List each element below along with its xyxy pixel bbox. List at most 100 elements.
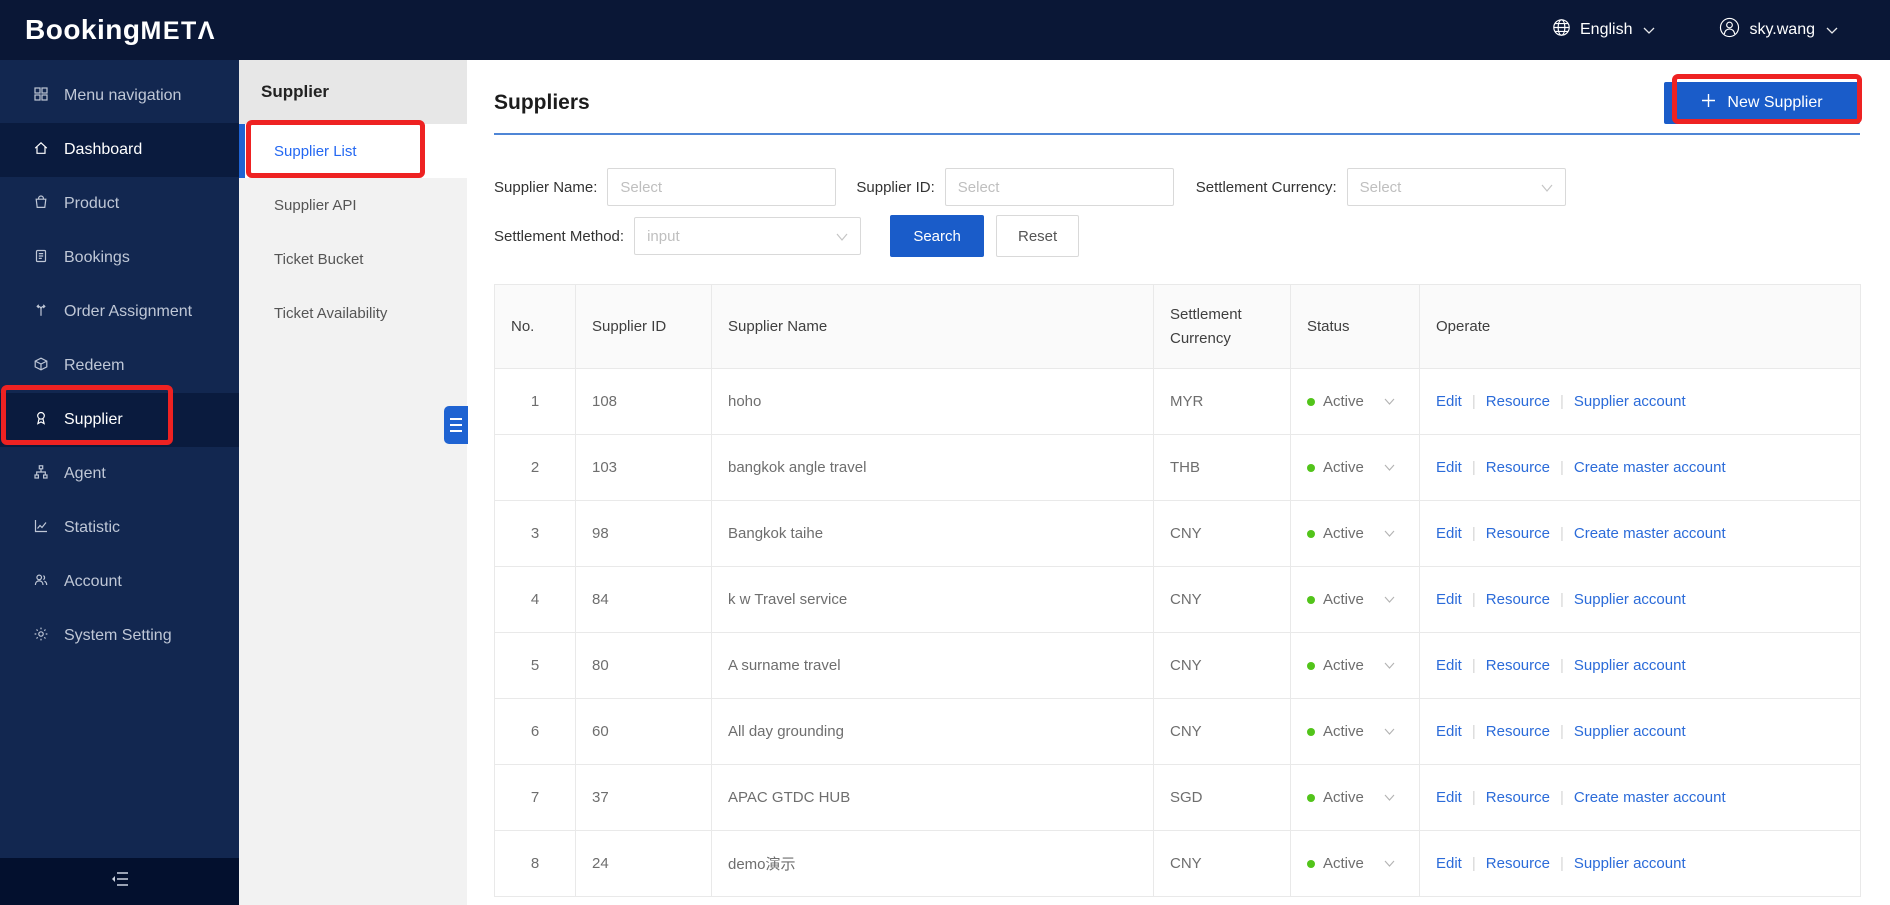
resource-link[interactable]: Resource (1486, 789, 1550, 806)
resource-link[interactable]: Resource (1486, 525, 1550, 542)
status-dot (1307, 463, 1315, 472)
settlement-method-value: input (647, 227, 680, 245)
resource-link[interactable]: Resource (1486, 855, 1550, 872)
settlement-method-select[interactable]: input (634, 217, 862, 255)
supplier-id-input[interactable] (944, 168, 1174, 206)
app-window: BookingMETΛ English sky.wang Menu naviga… (0, 0, 1890, 905)
submenu-item-supplier-api[interactable]: Supplier API (239, 178, 467, 232)
submenu-item-ticket-bucket[interactable]: Ticket Bucket (239, 232, 467, 286)
link-separator: | (1559, 789, 1564, 806)
line-chart-icon (33, 518, 49, 539)
sidebar-item-system-setting[interactable]: System Setting (0, 609, 239, 663)
account-action-link[interactable]: Supplier account (1574, 591, 1686, 608)
account-action-link[interactable]: Supplier account (1574, 657, 1686, 674)
column-header-operate: Operate (1419, 284, 1861, 369)
account-action-link[interactable]: Create master account (1574, 525, 1726, 542)
new-supplier-button[interactable]: New Supplier (1664, 81, 1860, 124)
table-header-row: No. Supplier ID Supplier Name Settlement… (494, 284, 1861, 369)
sidebar-item-statistic[interactable]: Statistic (0, 501, 239, 555)
submenu-item-ticket-availability[interactable]: Ticket Availability (239, 286, 467, 340)
topbar-right: English sky.wang (1552, 17, 1838, 43)
cell-settlement-currency: CNY (1153, 566, 1291, 633)
account-action-link[interactable]: Supplier account (1574, 393, 1686, 410)
cell-operate: Edit | Resource | Supplier account (1419, 830, 1861, 897)
account-action-link[interactable]: Create master account (1574, 459, 1726, 476)
chevron-down-icon[interactable] (1384, 398, 1395, 405)
account-action-link[interactable]: Supplier account (1574, 855, 1686, 872)
link-separator: | (1471, 723, 1476, 740)
cell-operate: Edit | Resource | Supplier account (1419, 566, 1861, 633)
settlement-currency-label: Settlement Currency: (1195, 178, 1337, 196)
cell-settlement-currency: SGD (1153, 764, 1291, 831)
sidebar-collapse-button[interactable] (0, 858, 239, 905)
resource-link[interactable]: Resource (1486, 459, 1550, 476)
edit-link[interactable]: Edit (1436, 855, 1462, 872)
resource-link[interactable]: Resource (1486, 657, 1550, 674)
cell-settlement-currency: THB (1153, 434, 1291, 501)
box-icon (33, 356, 49, 377)
cell-status: Active (1290, 830, 1420, 897)
settlement-currency-select[interactable]: Select (1346, 168, 1566, 206)
cell-status: Active (1290, 434, 1420, 501)
edit-link[interactable]: Edit (1436, 525, 1462, 542)
status-dot (1307, 529, 1315, 538)
chevron-down-icon[interactable] (1384, 596, 1395, 603)
chevron-down-icon[interactable] (1384, 860, 1395, 867)
sidebar-item-supplier[interactable]: Supplier (0, 393, 239, 447)
column-header-settlement-currency: Settlement Currency (1153, 284, 1291, 369)
sidebar-item-order-assignment[interactable]: Order Assignment (0, 285, 239, 339)
main-sidebar: Menu navigation Dashboard Product Bookin… (0, 60, 239, 905)
edit-link[interactable]: Edit (1436, 459, 1462, 476)
menu-fold-icon (110, 870, 130, 893)
grid-icon (33, 86, 49, 107)
sidebar-item-dashboard[interactable]: Dashboard (0, 123, 239, 177)
edit-link[interactable]: Edit (1436, 723, 1462, 740)
cell-status: Active (1290, 764, 1420, 831)
status-label: Active (1323, 459, 1364, 476)
cell-supplier-id: 60 (575, 698, 712, 765)
edit-link[interactable]: Edit (1436, 393, 1462, 410)
chevron-down-icon[interactable] (1384, 728, 1395, 735)
sidebar-item-menu-navigation[interactable]: Menu navigation (0, 69, 239, 123)
sidebar-item-product[interactable]: Product (0, 177, 239, 231)
cell-settlement-currency: CNY (1153, 698, 1291, 765)
status-label: Active (1323, 723, 1364, 740)
settlement-currency-value: Select (1359, 178, 1402, 196)
resource-link[interactable]: Resource (1486, 591, 1550, 608)
cell-supplier-name: hoho (711, 368, 1154, 435)
chevron-down-icon[interactable] (1384, 464, 1395, 471)
sidebar-item-account[interactable]: Account (0, 555, 239, 609)
reset-button[interactable]: Reset (996, 215, 1080, 257)
cell-status: Active (1290, 566, 1420, 633)
search-button[interactable]: Search (890, 215, 985, 257)
brand-logo[interactable]: BookingMETΛ (25, 14, 216, 46)
link-separator: | (1471, 459, 1476, 476)
chevron-down-icon (1826, 21, 1838, 39)
chevron-down-icon[interactable] (1384, 662, 1395, 669)
user-menu[interactable]: sky.wang (1719, 17, 1838, 43)
sidebar-item-bookings[interactable]: Bookings (0, 231, 239, 285)
sidebar-item-label: Account (64, 573, 122, 590)
suppliers-table: No. Supplier ID Supplier Name Settlement… (494, 284, 1861, 897)
sidebar-item-label: Bookings (64, 249, 130, 266)
edit-link[interactable]: Edit (1436, 591, 1462, 608)
resource-link[interactable]: Resource (1486, 393, 1550, 410)
language-switcher[interactable]: English (1552, 18, 1655, 42)
column-header-status: Status (1290, 284, 1420, 369)
chevron-down-icon[interactable] (1384, 794, 1395, 801)
link-separator: | (1471, 393, 1476, 410)
account-action-link[interactable]: Create master account (1574, 789, 1726, 806)
column-header-supplier-name: Supplier Name (711, 284, 1154, 369)
supplier-name-input[interactable] (607, 168, 837, 206)
sidebar-item-agent[interactable]: Agent (0, 447, 239, 501)
edit-link[interactable]: Edit (1436, 657, 1462, 674)
resource-link[interactable]: Resource (1486, 723, 1550, 740)
chevron-down-icon[interactable] (1384, 530, 1395, 537)
top-bar: BookingMETΛ English sky.wang (0, 0, 1890, 60)
sidebar-item-redeem[interactable]: Redeem (0, 339, 239, 393)
panel-toggle-icon[interactable] (444, 406, 468, 444)
account-action-link[interactable]: Supplier account (1574, 723, 1686, 740)
edit-link[interactable]: Edit (1436, 789, 1462, 806)
table-row: 4 84 k w Travel service CNY Active Edit … (494, 566, 1861, 633)
submenu-item-supplier-list[interactable]: Supplier List (239, 124, 467, 178)
